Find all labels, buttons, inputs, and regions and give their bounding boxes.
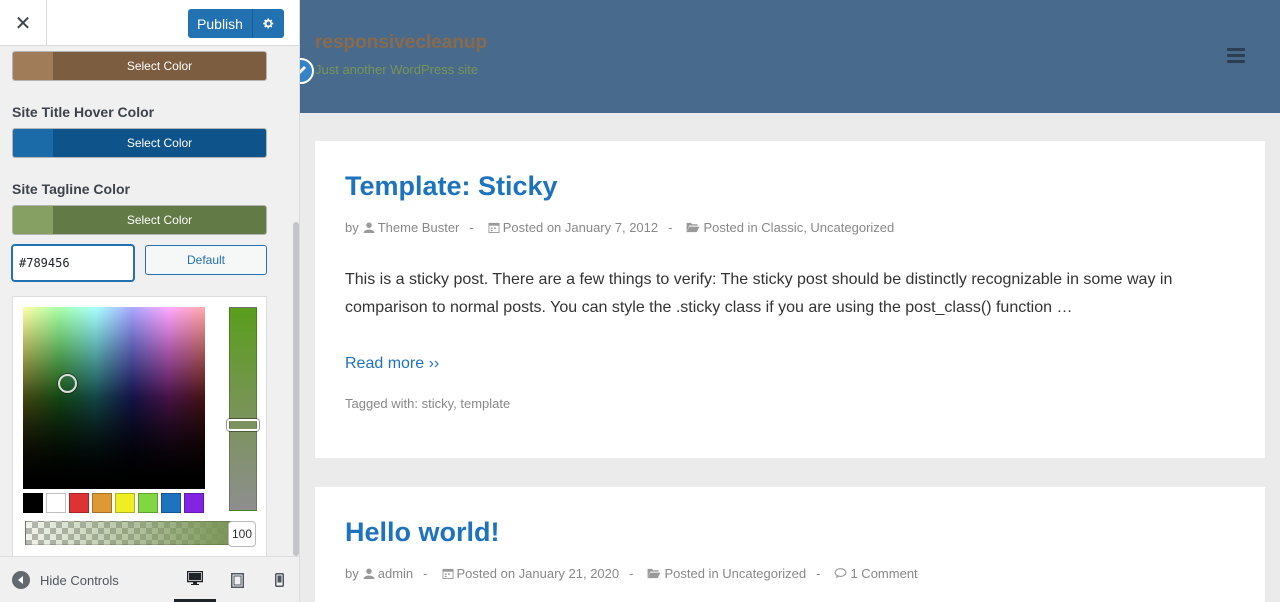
post-date-link[interactable]: Posted on January 21, 2020 (457, 566, 620, 581)
meta-separator: - (668, 220, 673, 235)
tablet-icon (230, 572, 244, 588)
meta-separator: - (469, 220, 474, 235)
default-color-button[interactable]: Default (145, 245, 267, 275)
site-title-hover-color-button[interactable]: Select Color (12, 128, 267, 158)
hamburger-menu-icon[interactable] (1227, 48, 1245, 66)
post-categories[interactable]: Uncategorized (722, 566, 806, 581)
alpha-value[interactable]: 100 (228, 521, 256, 547)
site-title-color-button[interactable]: Select Color (12, 51, 267, 81)
customizer-footer: Hide Controls (0, 556, 299, 602)
calendar-icon (442, 568, 453, 579)
site-title-hover-color-title: Site Title Hover Color (12, 104, 155, 120)
palette-swatch[interactable] (46, 493, 66, 513)
post-author-link[interactable]: Theme Buster (378, 220, 460, 235)
saturation-area[interactable] (23, 307, 205, 489)
color-palette (23, 493, 204, 513)
hide-controls-label: Hide Controls (40, 572, 119, 588)
desktop-icon (187, 571, 203, 585)
hamburger-line (1227, 48, 1245, 51)
post-meta: by Theme Buster - Posted on January 7, 2… (345, 220, 894, 235)
desktop-preview-button[interactable] (174, 557, 216, 602)
site-header: responsivecleanup Just another WordPress… (300, 0, 1280, 113)
posted-in-label: Posted in (703, 220, 758, 235)
hamburger-line (1227, 60, 1245, 63)
post-excerpt: This is a sticky post. There are a few t… (345, 271, 1173, 316)
saturation-black-overlay (23, 307, 205, 489)
post-article: Template: Sticky by Theme Buster - Poste… (315, 141, 1265, 458)
publish-settings-button[interactable] (253, 9, 284, 38)
post-tag-links[interactable]: sticky, template (422, 396, 511, 411)
site-tagline-color-title: Site Tagline Color (12, 181, 130, 197)
meta-by: by (345, 566, 359, 581)
customizer-header: ✕ Publish (0, 0, 299, 46)
palette-swatch[interactable] (138, 493, 158, 513)
publish-group: Publish (188, 9, 284, 38)
close-button[interactable]: ✕ (0, 0, 47, 46)
post-article: Hello world! by admin - Posted on Januar… (315, 487, 1265, 602)
collapse-icon (12, 571, 30, 589)
color-swatch (13, 206, 53, 234)
saturation-handle[interactable] (58, 374, 77, 393)
palette-swatch[interactable] (92, 493, 112, 513)
folder-open-icon (687, 222, 700, 233)
comment-icon (835, 568, 847, 579)
mobile-icon (274, 573, 284, 587)
post-tags: Tagged with: sticky, template (345, 396, 510, 411)
tagged-with-label: Tagged with: (345, 396, 418, 411)
alpha-slider[interactable] (25, 521, 235, 545)
palette-swatch[interactable] (115, 493, 135, 513)
post-author-link[interactable]: admin (378, 566, 413, 581)
gear-icon (263, 18, 274, 29)
hex-color-input[interactable] (12, 245, 134, 281)
palette-swatch[interactable] (184, 493, 204, 513)
meta-by: by (345, 220, 359, 235)
palette-swatch[interactable] (23, 493, 43, 513)
color-swatch (13, 129, 53, 157)
hamburger-line (1227, 54, 1245, 57)
meta-separator: - (629, 566, 634, 581)
read-more-link[interactable]: Read more ›› (345, 355, 439, 373)
sidebar-scrollbar[interactable] (293, 222, 299, 556)
posted-in-label: Posted in (664, 566, 719, 581)
meta-separator: - (816, 566, 821, 581)
folder-open-icon (648, 568, 661, 579)
palette-swatch[interactable] (69, 493, 89, 513)
post-categories[interactable]: Classic, Uncategorized (761, 220, 894, 235)
site-tagline: Just another WordPress site (315, 62, 479, 77)
site-preview: responsivecleanup Just another WordPress… (300, 0, 1280, 602)
customizer-sidebar: ✕ Publish Select Color Site Title Hover … (0, 0, 300, 602)
user-icon (363, 568, 375, 579)
select-color-label: Select Color (53, 52, 266, 80)
color-swatch (13, 52, 53, 80)
post-title[interactable]: Hello world! (345, 517, 500, 548)
select-color-label: Select Color (53, 206, 266, 234)
post-meta: by admin - Posted on January 21, 2020 - … (345, 566, 918, 581)
luminance-handle[interactable] (227, 419, 259, 431)
color-picker: 100 (12, 296, 267, 556)
select-color-label: Select Color (53, 129, 266, 157)
luminance-slider[interactable] (229, 307, 257, 511)
site-tagline-color-button[interactable]: Select Color (12, 205, 267, 235)
comments-link[interactable]: 1 Comment (850, 566, 917, 581)
post-title[interactable]: Template: Sticky (345, 171, 558, 202)
hide-controls-button[interactable]: Hide Controls (12, 571, 119, 589)
meta-separator: - (423, 566, 428, 581)
site-title[interactable]: responsivecleanup (315, 32, 487, 54)
post-date-link[interactable]: Posted on January 7, 2012 (503, 220, 658, 235)
close-icon: ✕ (14, 12, 32, 35)
edit-shortcut-icon[interactable] (300, 58, 314, 84)
calendar-icon (488, 222, 500, 233)
tablet-preview-button[interactable] (216, 557, 258, 602)
publish-button[interactable]: Publish (188, 9, 253, 38)
user-icon (363, 222, 375, 233)
customizer-controls-panel: Select Color Site Title Hover Color Sele… (0, 47, 299, 556)
palette-swatch[interactable] (161, 493, 181, 513)
mobile-preview-button[interactable] (258, 557, 300, 602)
